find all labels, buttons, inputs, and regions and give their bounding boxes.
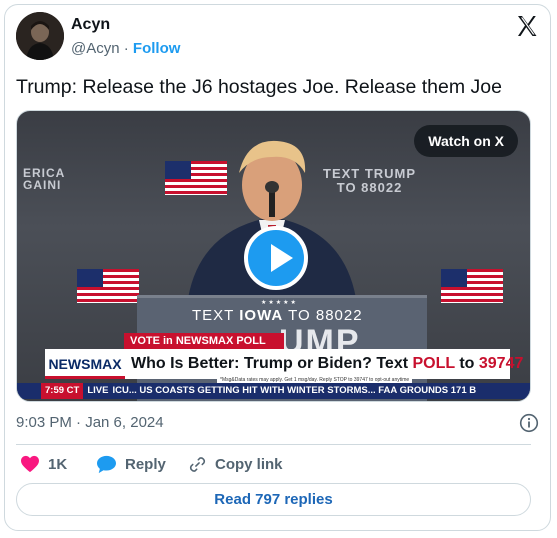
headline-to: to [454, 355, 479, 372]
play-button[interactable] [244, 226, 308, 290]
like-button[interactable]: 1K [20, 455, 67, 473]
news-ticker: 7:59 CT LIVE ICU... US COASTS GETTING HIT … [17, 383, 530, 399]
newsmax-lower-third: VOTE in NEWSMAX POLL NEWSMAX Who Is Bett… [17, 333, 530, 401]
podium-text-pre: TEXT [192, 307, 240, 324]
speech-bubble-icon [97, 455, 116, 474]
video-player[interactable]: ERICA GAINI TEXT TRUMP TO 88022 ★★★★★ TE… [16, 110, 531, 402]
follow-button[interactable]: Follow [133, 40, 181, 57]
us-flag-image [77, 269, 139, 303]
read-replies-button[interactable]: Read 797 replies [16, 483, 531, 516]
tweet-timestamp[interactable]: 9:03 PM · Jan 6, 2024 [16, 414, 164, 431]
us-flag-image [441, 269, 503, 303]
headline-bar: Who Is Better: Trump or Biden? Text POLL… [125, 349, 523, 379]
link-icon [189, 457, 206, 472]
author-handle-row: @Acyn · Follow [71, 40, 180, 57]
newsmax-logo: NEWSMAX [45, 349, 125, 379]
reply-button[interactable]: Reply [96, 455, 166, 474]
separator-dot: · [123, 40, 129, 57]
copy-link-button[interactable]: Copy link [188, 455, 283, 474]
reply-label: Reply [125, 456, 166, 473]
podium-text-bold: IOWA [239, 307, 284, 324]
info-icon[interactable] [519, 413, 539, 433]
ticker-time: 7:59 CT [41, 383, 84, 399]
tweet-text: Trump: Release the J6 hostages Joe. Rele… [16, 76, 502, 98]
author-handle[interactable]: @Acyn [71, 40, 120, 57]
ticker-live: LIVE [87, 385, 109, 396]
headline-text: Who Is Better: Trump or Biden? Text [131, 355, 413, 372]
divider [16, 444, 531, 445]
podium-sign-text: TEXT IOWA TO 88022 [192, 307, 363, 324]
watch-on-x-button[interactable]: Watch on X [414, 125, 518, 157]
headline-poll: POLL [412, 355, 455, 372]
x-logo-icon[interactable] [515, 14, 539, 38]
headline-number: 39747 [478, 355, 524, 372]
copy-link-label: Copy link [215, 456, 283, 473]
avatar[interactable] [16, 12, 64, 60]
like-count: 1K [48, 455, 68, 473]
author-name[interactable]: Acyn [71, 16, 110, 34]
podium-stars: ★★★★★ [261, 300, 298, 306]
ticker-text: ICU... US COASTS GETTING HIT WITH WINTER… [112, 385, 477, 396]
vote-banner: VOTE in NEWSMAX POLL [124, 333, 284, 349]
backdrop-text-left: ERICA GAINI [23, 166, 66, 192]
avatar-image [16, 12, 64, 60]
podium-text-post: TO 88022 [283, 307, 363, 324]
heart-icon [21, 455, 39, 473]
